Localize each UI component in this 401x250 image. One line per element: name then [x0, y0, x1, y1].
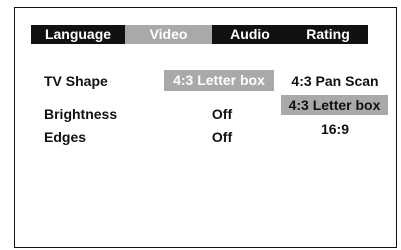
- setting-value-edges[interactable]: Off: [200, 129, 244, 145]
- setting-label-brightness: Brightness: [44, 106, 118, 122]
- option-4-3-pan-scan[interactable]: 4:3 Pan Scan: [284, 73, 386, 89]
- option-4-3-letter-box[interactable]: 4:3 Letter box: [281, 95, 388, 115]
- setting-value-tv-shape[interactable]: 4:3 Letter box: [164, 70, 274, 91]
- setting-label-tv-shape: TV Shape: [44, 73, 108, 89]
- setting-label-edges: Edges: [44, 129, 87, 145]
- tab-video[interactable]: Video: [125, 25, 212, 44]
- tab-language[interactable]: Language: [31, 25, 125, 44]
- option-16-9[interactable]: 16:9: [310, 121, 360, 137]
- tab-rating[interactable]: Rating: [288, 25, 368, 44]
- tab-bar: Language Video Audio Rating: [31, 25, 368, 44]
- setting-value-brightness[interactable]: Off: [200, 106, 244, 122]
- tab-audio[interactable]: Audio: [212, 25, 288, 44]
